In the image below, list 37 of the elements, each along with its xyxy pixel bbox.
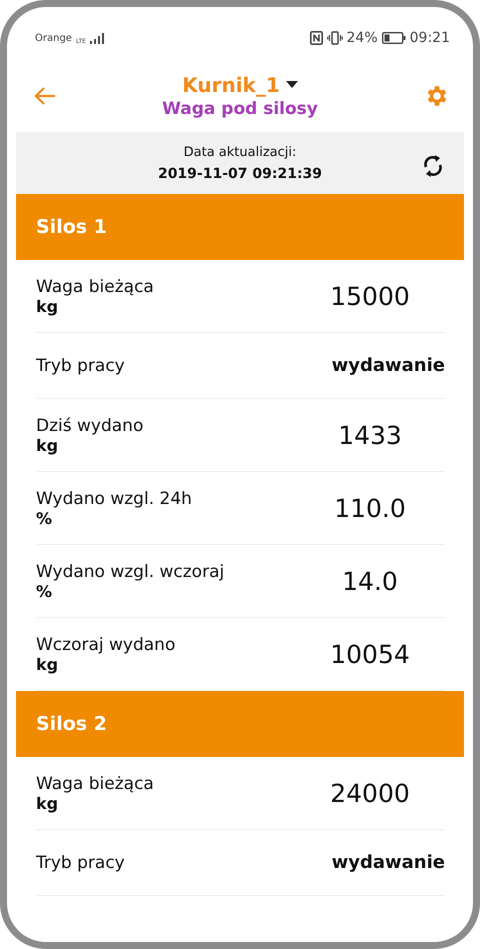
measure-value: 1433: [337, 420, 403, 450]
clock-time: 09:21: [410, 30, 450, 46]
battery-percent: 24%: [346, 30, 378, 46]
field-label: Wczoraj wydano: [36, 634, 176, 654]
unit-label: kg: [36, 654, 60, 674]
silo-title: Silos 1: [36, 216, 107, 238]
farm-title[interactable]: Kurnik_1: [182, 72, 280, 96]
battery-icon: [382, 32, 406, 44]
field-label: Dziś wydano: [36, 416, 144, 436]
field-label: Tryb pracy: [36, 356, 126, 376]
unit-label: %: [36, 508, 54, 528]
update-label: Data aktualizacji:: [184, 144, 296, 160]
signal-icon: [90, 32, 104, 44]
nfc-icon: [310, 31, 323, 45]
mode-value: wydawanie: [332, 852, 445, 873]
carrier-name: Orange: [35, 32, 72, 44]
measure-value: 14.0: [341, 566, 399, 596]
silo-title: Silos 2: [36, 713, 107, 735]
screen-subtitle: Waga pod silosy: [162, 98, 318, 118]
measure-value: 10054: [329, 640, 411, 668]
measure-value: 24000: [329, 778, 411, 808]
field-label: Wydano wzgl. 24h: [36, 488, 193, 508]
field-label: Wydano wzgl. wczoraj: [36, 562, 226, 582]
unit-label: kg: [36, 436, 60, 454]
field-label: Waga bieżąca: [36, 774, 155, 794]
mode-value: wydawanie: [332, 355, 445, 376]
caret-icon[interactable]: [286, 81, 298, 88]
field-label: Tryb pracy: [36, 852, 126, 872]
field-label: Waga bieżąca: [36, 276, 155, 296]
back-arrow-icon[interactable]: [34, 86, 56, 106]
update-timestamp: 2019-11-07 09:21:39: [158, 166, 322, 182]
unit-label: kg: [36, 296, 60, 316]
vibrate-icon: [326, 31, 343, 45]
measure-value: 110.0: [333, 494, 407, 522]
unit-label: kg: [36, 794, 60, 812]
measure-value: 15000: [329, 282, 411, 310]
unit-label: %: [36, 582, 54, 600]
